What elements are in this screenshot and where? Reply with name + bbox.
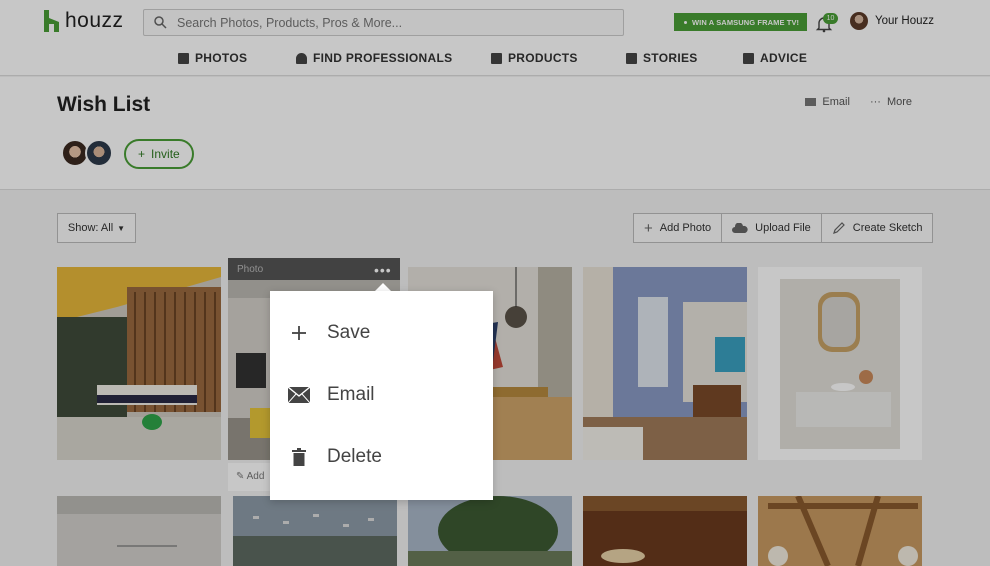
menu-item-save[interactable]: Save	[288, 318, 370, 348]
menu-label: Delete	[327, 446, 382, 467]
envelope-icon	[288, 384, 310, 406]
menu-label: Email	[327, 384, 375, 405]
menu-label: Save	[327, 322, 371, 343]
photo-options-menu: Save Email Delete	[270, 291, 493, 500]
plus-icon	[288, 322, 310, 344]
menu-item-email[interactable]: Email	[288, 380, 375, 410]
modal-backdrop[interactable]	[0, 0, 990, 566]
trash-icon	[288, 446, 310, 468]
menu-item-delete[interactable]: Delete	[288, 442, 382, 472]
